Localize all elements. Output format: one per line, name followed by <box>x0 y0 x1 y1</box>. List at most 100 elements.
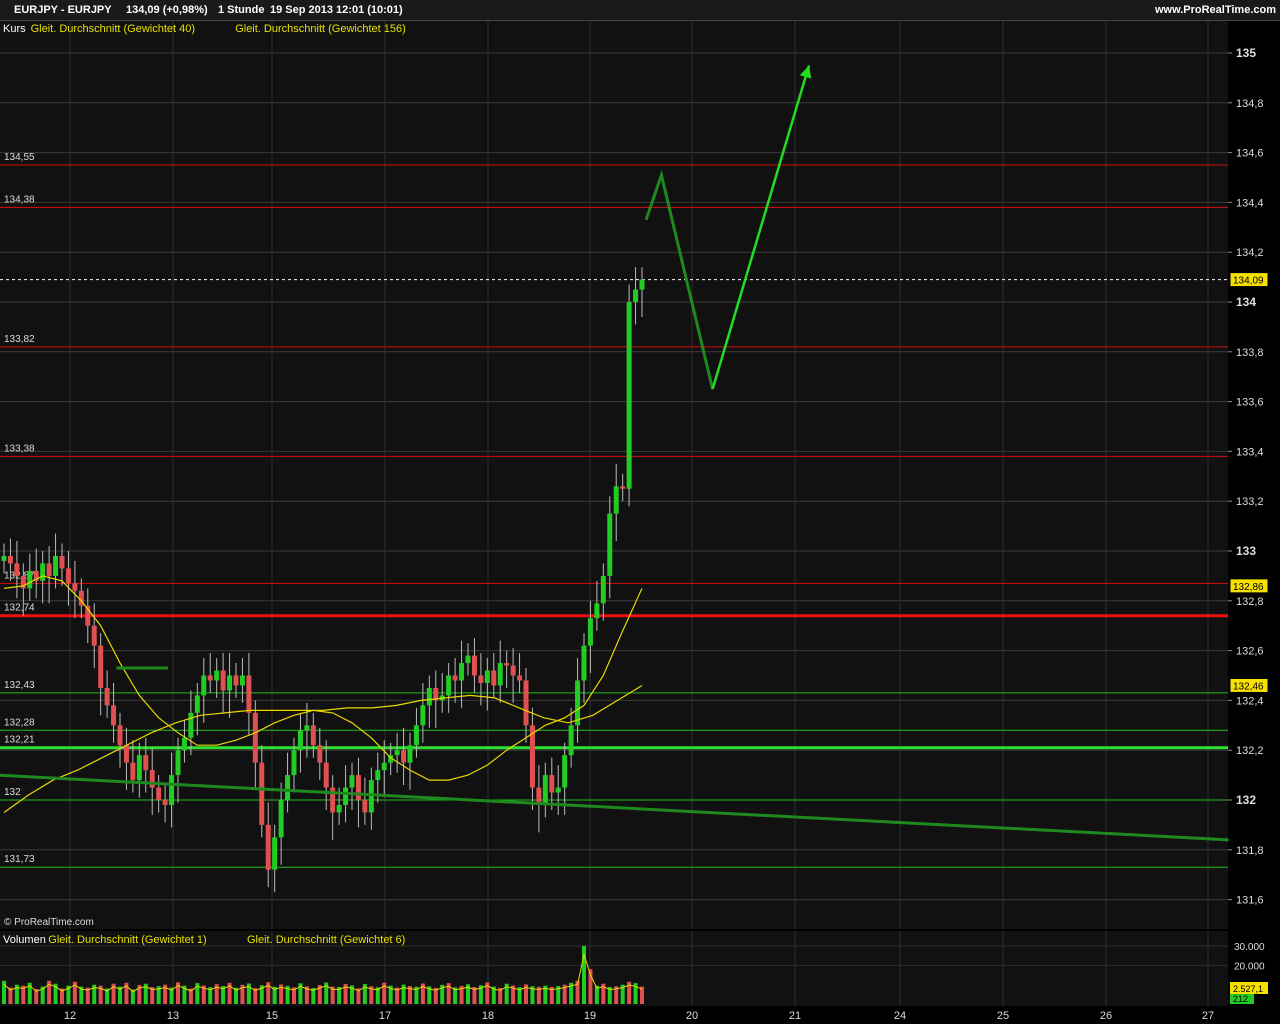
candle-body <box>169 775 175 805</box>
candle-body <box>452 675 458 681</box>
candle-body <box>207 675 213 681</box>
candle-body <box>459 663 465 681</box>
candle-body <box>1 555 7 561</box>
candle-body <box>272 837 278 870</box>
candle-body <box>91 625 97 646</box>
level-label: 133,38 <box>4 443 35 454</box>
price-legend-item: Gleit. Durchschnitt (Gewichtet 156) <box>235 23 406 35</box>
candle-body <box>278 800 284 838</box>
y-tick-label: 133,8 <box>1236 347 1264 359</box>
level-label: 133,82 <box>4 334 35 345</box>
candle-body <box>562 755 568 788</box>
price-tag-label: 132,86 <box>1233 582 1264 593</box>
candle-body <box>111 705 117 726</box>
candle-body <box>14 563 20 576</box>
candle-body <box>227 675 233 691</box>
candle-body <box>594 603 600 619</box>
candle-body <box>310 725 316 746</box>
candle-body <box>214 670 220 681</box>
candle-body <box>156 787 162 800</box>
candle-body <box>394 750 400 756</box>
candle-body <box>130 762 136 781</box>
candle-body <box>607 513 613 576</box>
candle-body <box>317 745 323 763</box>
candle-body <box>626 302 632 489</box>
volume-legend-item: Volumen <box>3 934 46 946</box>
x-tick-label: 20 <box>686 1010 698 1022</box>
candle-body <box>194 695 200 713</box>
candle-body <box>426 687 432 706</box>
brand-label[interactable]: www.ProRealTime.com <box>1155 4 1276 16</box>
price-legend-item: Gleit. Durchschnitt (Gewichtet 40) <box>31 23 195 35</box>
x-tick-label: 19 <box>584 1010 596 1022</box>
candle-body <box>465 655 471 664</box>
candle-body <box>555 787 561 793</box>
copyright: © ProRealTime.com <box>4 917 94 928</box>
header-bar: EURJPY - EURJPY 134,09 (+0,98%) 1 Stunde… <box>0 0 1280 21</box>
volume-tag-label: 2.527,1 <box>1233 984 1263 994</box>
price-tag-label: 132,46 <box>1233 681 1264 692</box>
candle-body <box>497 663 503 686</box>
candle-body <box>143 755 149 771</box>
x-tick-label: 26 <box>1100 1010 1112 1022</box>
candle-body <box>587 618 593 646</box>
candle-body <box>600 575 606 604</box>
y-tick-label: 135 <box>1236 46 1256 60</box>
candle-body <box>7 555 13 564</box>
candle-body <box>523 680 529 726</box>
candle-body <box>291 750 297 776</box>
candle-body <box>72 583 78 591</box>
symbol-title: EURJPY - EURJPY <box>14 4 112 16</box>
x-tick-label: 13 <box>167 1010 179 1022</box>
candle-body <box>381 762 387 771</box>
candle-body <box>355 775 361 800</box>
y-tick-label: 134,6 <box>1236 148 1264 160</box>
candle-body <box>297 730 303 751</box>
candle-body <box>149 770 155 788</box>
candle-body <box>246 675 252 713</box>
volume-tick-label: 20.000 <box>1234 961 1265 972</box>
candle-body <box>181 737 187 751</box>
candle-body <box>420 705 426 726</box>
candle-body <box>639 279 645 290</box>
price-tag-label: 134,09 <box>1233 276 1264 287</box>
chart-canvas: 134,55134,38133,82133,38132,87132,74132,… <box>0 0 1280 1024</box>
candle-body <box>59 555 65 569</box>
candle-body <box>304 725 310 731</box>
candle-body <box>233 675 239 686</box>
candle-body <box>104 687 110 706</box>
y-tick-label: 132,6 <box>1236 646 1264 658</box>
level-label: 132,28 <box>4 717 35 728</box>
x-tick-label: 21 <box>789 1010 801 1022</box>
y-tick-label: 132,2 <box>1236 745 1264 757</box>
candle-body <box>336 804 342 813</box>
candle-body <box>136 755 142 781</box>
x-tick-label: 27 <box>1202 1010 1214 1022</box>
level-label: 132,74 <box>4 603 35 614</box>
candle-body <box>98 645 104 688</box>
candle-body <box>484 670 490 683</box>
volume-legend-item: Gleit. Durchschnitt (Gewichtet 6) <box>247 934 405 946</box>
y-tick-label: 134,8 <box>1236 98 1264 110</box>
x-tick-label: 18 <box>482 1010 494 1022</box>
candle-body <box>446 675 452 696</box>
candle-body <box>542 775 548 805</box>
x-tick-label: 24 <box>894 1010 906 1022</box>
candle-body <box>123 745 129 763</box>
price-legend-item: Kurs <box>3 23 26 35</box>
volume-legend-item: Gleit. Durchschnitt (Gewichtet 1) <box>48 934 206 946</box>
candle-body <box>401 750 407 763</box>
candle-body <box>575 680 581 726</box>
volume-tag-label: 212 <box>1233 994 1248 1004</box>
candle-body <box>504 663 510 666</box>
candle-body <box>40 563 46 581</box>
candle-body <box>27 570 33 589</box>
level-label: 132,43 <box>4 680 35 691</box>
candle-body <box>549 775 555 793</box>
y-tick-label: 134,4 <box>1236 197 1264 209</box>
time-axis <box>0 1006 1280 1024</box>
candle-body <box>407 745 413 763</box>
candle-body <box>323 762 329 788</box>
period-label: 1 Stunde <box>218 4 265 16</box>
candle-body <box>188 712 194 738</box>
